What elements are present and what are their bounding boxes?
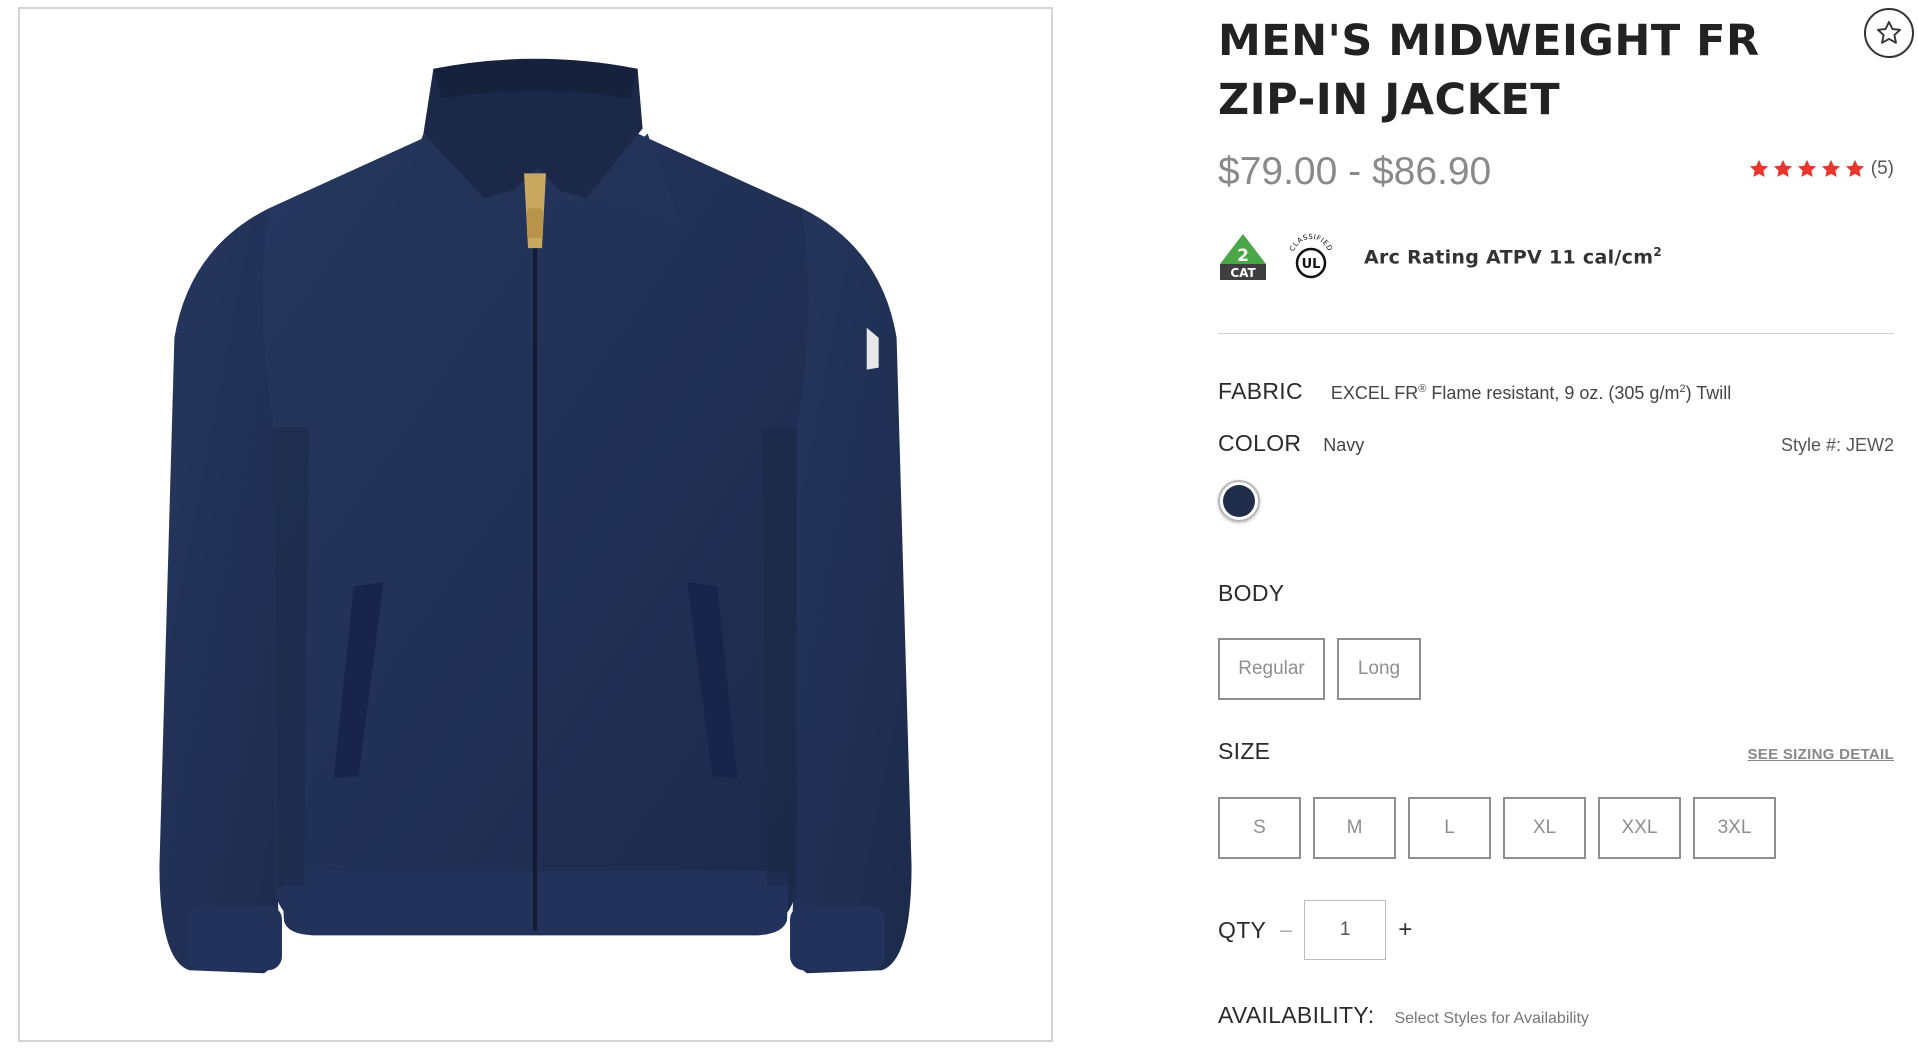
cat-number: 2 <box>1237 246 1249 266</box>
size-option-m[interactable]: M <box>1313 797 1396 859</box>
fabric-row: FABRIC EXCEL FR® Flame resistant, 9 oz. … <box>1218 378 1731 405</box>
fabric-value: EXCEL FR® Flame resistant, 9 oz. (305 g/… <box>1330 383 1732 403</box>
color-swatch-navy[interactable] <box>1218 480 1260 522</box>
style-number: Style #: JEW2 <box>1780 435 1894 455</box>
ul-mark: UL <box>1302 257 1321 272</box>
size-option-xxl[interactable]: XXL <box>1598 797 1681 859</box>
rating-star-icon <box>1797 159 1816 177</box>
quantity-row: QTY – + <box>1218 900 1412 960</box>
rating-star-icon <box>1749 159 1768 177</box>
ul-classified-icon: CLASSIFIED UL <box>1288 233 1333 279</box>
review-count[interactable]: (5) <box>1871 158 1894 180</box>
qty-label: QTY <box>1218 916 1267 943</box>
sizing-detail-link[interactable]: SEE SIZING DETAIL <box>1747 746 1894 763</box>
body-label: BODY <box>1218 580 1285 606</box>
body-option-long[interactable]: Long <box>1337 638 1421 700</box>
cat-label: CAT <box>1230 266 1256 280</box>
size-row: SIZE SEE SIZING DETAIL <box>1218 738 1894 765</box>
color-label: COLOR <box>1218 430 1302 456</box>
body-options: Regular Long <box>1218 638 1421 700</box>
arc-rating: Arc Rating ATPV 11 cal/cm2 <box>1364 245 1662 268</box>
size-option-xl[interactable]: XL <box>1503 797 1586 859</box>
fabric-label: FABRIC <box>1218 378 1303 404</box>
availability-label: AVAILABILITY: <box>1218 1002 1375 1028</box>
qty-decrement-button[interactable]: – <box>1274 917 1298 943</box>
swatch-fill <box>1223 485 1255 517</box>
color-row: COLOR Navy Style #: JEW2 <box>1218 430 1894 457</box>
size-label: SIZE <box>1218 738 1271 764</box>
color-value: Navy <box>1323 435 1365 455</box>
rating-star-icon <box>1845 159 1864 177</box>
availability-value: Select Styles for Availability <box>1394 1010 1589 1027</box>
arc-rating-text: Arc Rating ATPV 11 cal/cm <box>1364 246 1654 269</box>
certification-badges: 2 CAT CLASSIFIED UL Arc Rating ATPV 11 c… <box>1218 230 1662 284</box>
product-image <box>159 58 912 974</box>
size-option-s[interactable]: S <box>1218 797 1301 859</box>
size-options: S M L XL XXL 3XL <box>1218 797 1776 859</box>
qty-increment-button[interactable]: + <box>1398 916 1412 944</box>
rating-stars <box>1748 158 1866 180</box>
size-option-l[interactable]: L <box>1408 797 1491 859</box>
rating-star-icon <box>1773 159 1792 177</box>
product-title: MEN'S MIDWEIGHT FR ZIP-IN JACKET <box>1218 16 1760 125</box>
availability-row: AVAILABILITY: Select Styles for Availabi… <box>1218 1002 1589 1029</box>
arc-category-icon: 2 CAT <box>1220 234 1266 280</box>
qty-input[interactable] <box>1304 900 1387 960</box>
star-outline-icon <box>1876 20 1902 44</box>
divider <box>1218 333 1894 334</box>
size-option-3xl[interactable]: 3XL <box>1693 797 1776 859</box>
price-range: $79.00 - $86.90 <box>1218 150 1492 193</box>
product-image-frame[interactable] <box>18 7 1053 1042</box>
product-info-panel: MEN'S MIDWEIGHT FR ZIP-IN JACKET $79.00 … <box>1218 0 1914 1050</box>
rating-star-icon <box>1821 159 1840 177</box>
wishlist-button[interactable] <box>1864 8 1914 58</box>
body-option-regular[interactable]: Regular <box>1218 638 1325 700</box>
product-rating[interactable]: (5) <box>1748 158 1894 180</box>
arc-rating-sup: 2 <box>1653 245 1662 260</box>
